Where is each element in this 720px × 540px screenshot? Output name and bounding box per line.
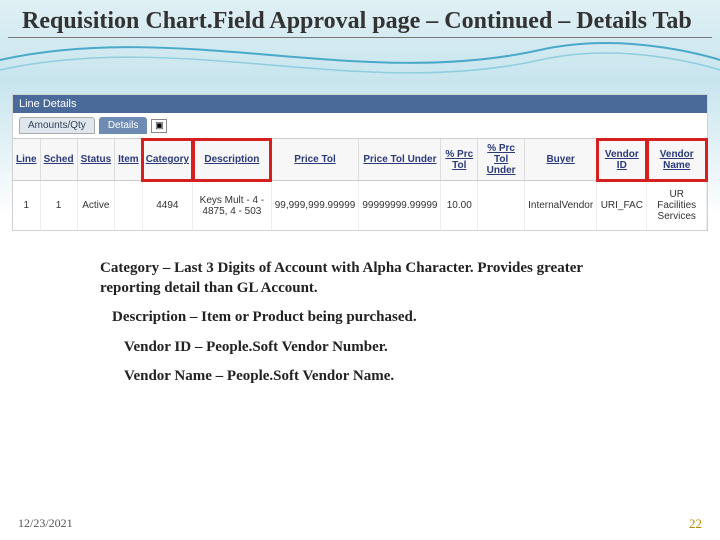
- col-sched[interactable]: Sched: [40, 139, 77, 181]
- cell-price-tol-under: 99999999.99999: [359, 181, 441, 231]
- col-line[interactable]: Line: [13, 139, 40, 181]
- cell-line: 1: [13, 181, 40, 231]
- footer: 12/23/2021 22: [0, 516, 720, 532]
- col-pct-prc-tol-under[interactable]: % Prc Tol Under: [478, 139, 525, 181]
- col-vendor-id[interactable]: Vendor ID: [597, 139, 647, 181]
- cell-vendor-id: URI_FAC: [597, 181, 647, 231]
- table-row: 1 1 Active 4494 Keys Mult - 4 - 4875, 4 …: [13, 181, 707, 231]
- details-table: Line Sched Status Item Category Descript…: [13, 139, 707, 230]
- col-status[interactable]: Status: [77, 139, 115, 181]
- cell-pct-prc-tol: 10.00: [441, 181, 478, 231]
- col-description[interactable]: Description: [193, 139, 272, 181]
- cell-price-tol: 99,999,999.99999: [271, 181, 359, 231]
- tab-details[interactable]: Details: [99, 117, 148, 134]
- cell-category: 4494: [142, 181, 192, 231]
- col-price-tol[interactable]: Price Tol: [271, 139, 359, 181]
- cell-sched: 1: [40, 181, 77, 231]
- tab-amounts-qty[interactable]: Amounts/Qty: [19, 117, 95, 134]
- tab-bar: Amounts/Qty Details ▣: [13, 113, 707, 139]
- col-category[interactable]: Category: [142, 139, 192, 181]
- cell-pct-prc-tol-under: [478, 181, 525, 231]
- col-pct-prc-tol[interactable]: % Prc Tol: [441, 139, 478, 181]
- col-item[interactable]: Item: [115, 139, 143, 181]
- expand-icon[interactable]: ▣: [151, 119, 167, 133]
- line-details-panel: Line Details Amounts/Qty Details ▣ Line …: [12, 94, 708, 231]
- col-price-tol-under[interactable]: Price Tol Under: [359, 139, 441, 181]
- cell-item: [115, 181, 143, 231]
- note-description: Description – Item or Product being purc…: [112, 308, 620, 328]
- col-vendor-name[interactable]: Vendor Name: [647, 139, 707, 181]
- cell-status: Active: [77, 181, 115, 231]
- cell-buyer: InternalVendor: [525, 181, 597, 231]
- col-buyer[interactable]: Buyer: [525, 139, 597, 181]
- cell-description: Keys Mult - 4 - 4875, 4 - 503: [193, 181, 272, 231]
- notes-block: Category – Last 3 Digits of Account with…: [100, 259, 620, 387]
- page-title: Requisition Chart.Field Approval page – …: [8, 0, 712, 38]
- panel-header: Line Details: [13, 95, 707, 113]
- note-vendor-name: Vendor Name – People.Soft Vendor Name.: [124, 367, 620, 387]
- table-header-row: Line Sched Status Item Category Descript…: [13, 139, 707, 181]
- cell-vendor-name: UR Facilities Services: [647, 181, 707, 231]
- note-vendor-id: Vendor ID – People.Soft Vendor Number.: [124, 338, 620, 358]
- note-category: Category – Last 3 Digits of Account with…: [100, 259, 620, 298]
- footer-date: 12/23/2021: [18, 516, 73, 532]
- page-number: 22: [689, 516, 702, 532]
